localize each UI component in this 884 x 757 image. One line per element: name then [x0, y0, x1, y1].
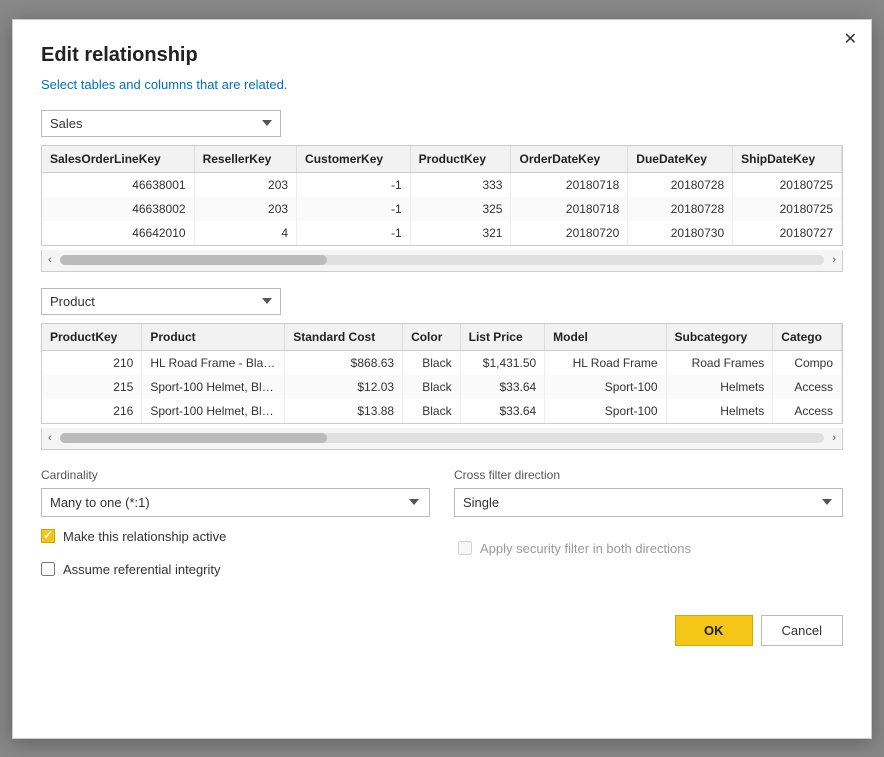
- col-shipdatekey: ShipDateKey: [733, 146, 842, 173]
- table-row: 216 Sport-100 Helmet, Black $13.88 Black…: [42, 399, 842, 423]
- col-product: Product: [142, 324, 285, 351]
- col-model: Model: [545, 324, 666, 351]
- table-row: 46642010 4 -1 321 20180720 20180730 2018…: [42, 221, 842, 245]
- table1-header-row: SalesOrderLineKey ResellerKey CustomerKe…: [42, 146, 842, 173]
- col-resellerkey: ResellerKey: [194, 146, 296, 173]
- table-row: 46638001 203 -1 333 20180718 20180728 20…: [42, 172, 842, 197]
- table-row: 215 Sport-100 Helmet, Black $12.03 Black…: [42, 375, 842, 399]
- right-checkboxes: Apply security filter in both directions: [458, 529, 843, 577]
- active-checkbox-label: Make this relationship active: [63, 529, 226, 544]
- referential-checkbox[interactable]: [41, 562, 55, 576]
- crossfilter-label: Cross filter direction: [454, 468, 843, 482]
- ok-button[interactable]: OK: [675, 615, 753, 646]
- table-row: 210 HL Road Frame - Black, 58 $868.63 Bl…: [42, 350, 842, 375]
- table1-select[interactable]: Sales: [41, 110, 281, 137]
- scroll-right-btn[interactable]: ›: [828, 249, 840, 271]
- table2-container: ProductKey Product Standard Cost Color L…: [41, 323, 843, 424]
- dialog-subtitle: Select tables and columns that are relat…: [41, 77, 843, 92]
- active-checkbox[interactable]: [41, 529, 55, 543]
- col-duedatekey: DueDateKey: [628, 146, 733, 173]
- col-listprice: List Price: [460, 324, 545, 351]
- table2-select[interactable]: Product: [41, 288, 281, 315]
- table2-scrollbar[interactable]: ‹ ›: [41, 428, 843, 450]
- cardinality-label: Cardinality: [41, 468, 430, 482]
- table-row: 46638002 203 -1 325 20180718 20180728 20…: [42, 197, 842, 221]
- scroll-right-btn2[interactable]: ›: [828, 427, 840, 449]
- security-checkbox-row: Apply security filter in both directions: [458, 541, 843, 556]
- cancel-button[interactable]: Cancel: [761, 615, 843, 646]
- scroll-track2: [60, 433, 825, 443]
- close-button[interactable]: ✕: [844, 32, 857, 48]
- dialog-footer: OK Cancel: [41, 601, 843, 646]
- left-checkboxes: Make this relationship active Assume ref…: [41, 517, 426, 577]
- checkbox-section: Make this relationship active Assume ref…: [41, 517, 843, 577]
- dialog-title: Edit relationship: [41, 44, 843, 67]
- controls-section: Cardinality Many to one (*:1) One to one…: [41, 468, 843, 517]
- table1-container: SalesOrderLineKey ResellerKey CustomerKe…: [41, 145, 843, 246]
- scroll-left-btn[interactable]: ‹: [44, 249, 56, 271]
- col-standardcost: Standard Cost: [285, 324, 403, 351]
- referential-checkbox-label: Assume referential integrity: [63, 562, 221, 577]
- security-checkbox: [458, 541, 472, 555]
- col-orderdatekey: OrderDateKey: [511, 146, 628, 173]
- col-customerkey: CustomerKey: [297, 146, 411, 173]
- edit-relationship-dialog: ✕ Edit relationship Select tables and co…: [12, 19, 872, 739]
- crossfilter-group: Cross filter direction Single Both: [454, 468, 843, 517]
- cardinality-group: Cardinality Many to one (*:1) One to one…: [41, 468, 430, 517]
- col-productkey2: ProductKey: [42, 324, 142, 351]
- security-checkbox-label: Apply security filter in both directions: [480, 541, 691, 556]
- scroll-track: [60, 255, 825, 265]
- table2-data: ProductKey Product Standard Cost Color L…: [42, 324, 842, 423]
- active-checkbox-row: Make this relationship active: [41, 529, 426, 544]
- col-color: Color: [403, 324, 461, 351]
- scroll-thumb2: [60, 433, 328, 443]
- scroll-left-btn2[interactable]: ‹: [44, 427, 56, 449]
- table1-scrollbar[interactable]: ‹ ›: [41, 250, 843, 272]
- table2-header-row: ProductKey Product Standard Cost Color L…: [42, 324, 842, 351]
- scroll-thumb: [60, 255, 328, 265]
- col-productkey: ProductKey: [410, 146, 511, 173]
- cardinality-select[interactable]: Many to one (*:1) One to one (1:1) One t…: [41, 488, 430, 517]
- referential-checkbox-row: Assume referential integrity: [41, 562, 426, 577]
- col-subcategory: Subcategory: [666, 324, 773, 351]
- crossfilter-select[interactable]: Single Both: [454, 488, 843, 517]
- col-salesorderlinekey: SalesOrderLineKey: [42, 146, 194, 173]
- col-category: Catego: [773, 324, 842, 351]
- table1-data: SalesOrderLineKey ResellerKey CustomerKe…: [42, 146, 842, 245]
